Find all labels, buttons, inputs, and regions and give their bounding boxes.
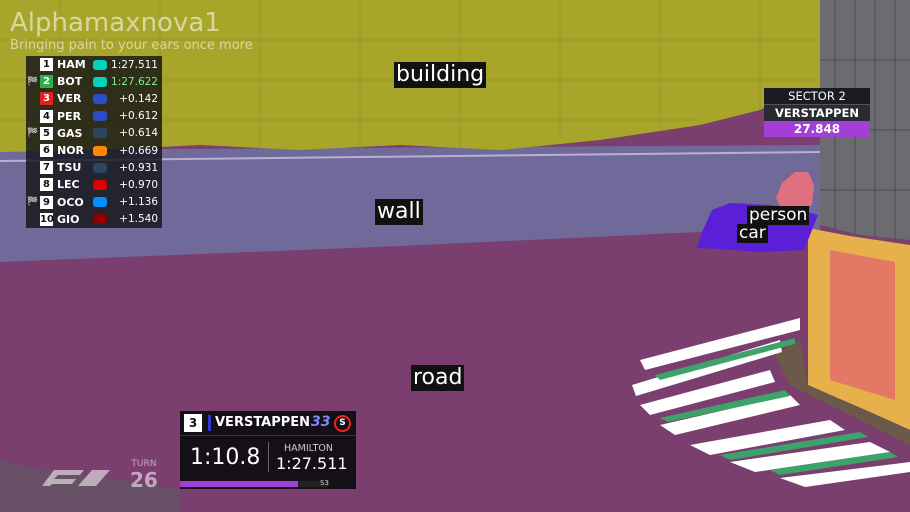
flag-icon: 🏁	[27, 197, 39, 208]
leaderboard: 1 HAM 1:27.511 🏁 2 BOT 1:27.622 3 VER +0…	[26, 56, 162, 228]
driver-code: OCO	[57, 195, 84, 209]
divider	[268, 442, 269, 472]
leaderboard-row: 6 NOR +0.669	[26, 141, 162, 160]
team-stripe	[208, 415, 211, 431]
leaderboard-row: 🏁 2 BOT 1:27.622	[26, 73, 162, 91]
driver-code: BOT	[57, 75, 83, 89]
watermark-subtitle: Bringing pain to your ears once more	[10, 38, 253, 53]
label-car: car	[737, 223, 768, 243]
team-logo-icon	[93, 145, 107, 156]
leaderboard-row: 7 TSU +0.931	[26, 159, 162, 177]
watermark: Alphamaxnova1 Bringing pain to your ears…	[10, 8, 253, 54]
f1-logo-icon	[42, 470, 110, 486]
sector-indicator: S3	[320, 479, 329, 487]
team-logo-icon	[93, 76, 107, 87]
leaderboard-row: 1 HAM 1:27.511	[26, 56, 162, 74]
flag-icon: 🏁	[27, 76, 39, 87]
turn-number: 26	[130, 468, 158, 492]
driver-header: 3 VERSTAPPEN 33 S	[180, 411, 356, 436]
leaderboard-row: 4 PER +0.612	[26, 107, 162, 125]
position-badge: 6	[40, 144, 53, 158]
position-badge: 7	[40, 161, 53, 175]
team-logo-icon	[93, 111, 107, 122]
position-badge: 5	[40, 126, 53, 140]
team-logo-icon	[93, 214, 107, 225]
rival-name: HAMILTON	[284, 443, 334, 454]
position-badge: 4	[40, 109, 53, 123]
driver-position: 3	[184, 414, 202, 432]
flag-icon: 🏁	[27, 128, 39, 139]
leaderboard-row: 8 LEC +0.970	[26, 176, 162, 194]
rival-time: 1:27.511	[276, 454, 348, 473]
team-logo-icon	[93, 162, 107, 173]
driver-code: VER	[57, 92, 82, 106]
barrier-pink	[830, 250, 895, 400]
sector-title: SECTOR 2	[764, 88, 870, 105]
tyre-icon: S	[334, 415, 351, 432]
team-logo-icon	[93, 179, 107, 190]
gap-time: +0.931	[119, 161, 158, 174]
team-logo-icon	[93, 197, 107, 208]
driver-info-box: 3 VERSTAPPEN 33 S 1:10.8 HAMILTON 1:27.5…	[180, 411, 356, 489]
leaderboard-row: 🏁 9 OCO +1.136	[26, 193, 162, 211]
position-badge: 10	[40, 212, 54, 226]
sector-box: SECTOR 2 VERSTAPPEN 27.848	[764, 88, 870, 137]
lap-time: 1:10.8	[190, 445, 261, 470]
leaderboard-row: 3 VER +0.142	[26, 90, 162, 108]
team-logo-icon	[93, 59, 107, 70]
gap-time: +0.669	[119, 144, 158, 157]
gap-time: +0.614	[119, 127, 158, 140]
lap-progress-bar	[180, 481, 328, 487]
gap-time: +0.142	[119, 92, 158, 105]
driver-code: GIO	[57, 212, 80, 226]
watermark-title: Alphamaxnova1	[10, 8, 221, 38]
label-road: road	[411, 365, 465, 391]
gap-time: +1.540	[119, 213, 158, 226]
sector-driver: VERSTAPPEN	[764, 105, 870, 121]
turn-indicator: TURN 26	[130, 459, 158, 491]
gap-time: 1:27.511	[111, 58, 158, 71]
lap-progress-fill	[180, 481, 299, 487]
sector-time: 27.848	[764, 121, 870, 137]
driver-code: LEC	[57, 178, 80, 192]
driver-name: VERSTAPPEN	[215, 415, 311, 430]
label-building: building	[394, 62, 487, 88]
label-wall: wall	[375, 199, 423, 225]
driver-code: TSU	[57, 161, 82, 175]
position-badge: 9	[40, 195, 53, 209]
driver-code: GAS	[57, 126, 83, 140]
position-badge: 2	[40, 75, 53, 89]
driver-code: PER	[57, 109, 82, 123]
driver-code: HAM	[57, 58, 86, 72]
position-badge: 8	[40, 178, 53, 192]
driver-number: 33	[311, 414, 331, 430]
leaderboard-row: 10 GIO +1.540	[26, 210, 162, 228]
position-badge: 1	[40, 58, 53, 72]
driver-code: NOR	[57, 144, 85, 158]
team-logo-icon	[93, 93, 107, 104]
gap-time: +1.136	[119, 196, 158, 209]
team-logo-icon	[93, 128, 107, 139]
gap-time: +0.612	[119, 110, 158, 123]
leaderboard-row: 🏁 5 GAS +0.614	[26, 124, 162, 142]
gap-time: 1:27.622	[111, 75, 158, 88]
position-badge: 3	[40, 92, 53, 106]
gap-time: +0.970	[119, 178, 158, 191]
